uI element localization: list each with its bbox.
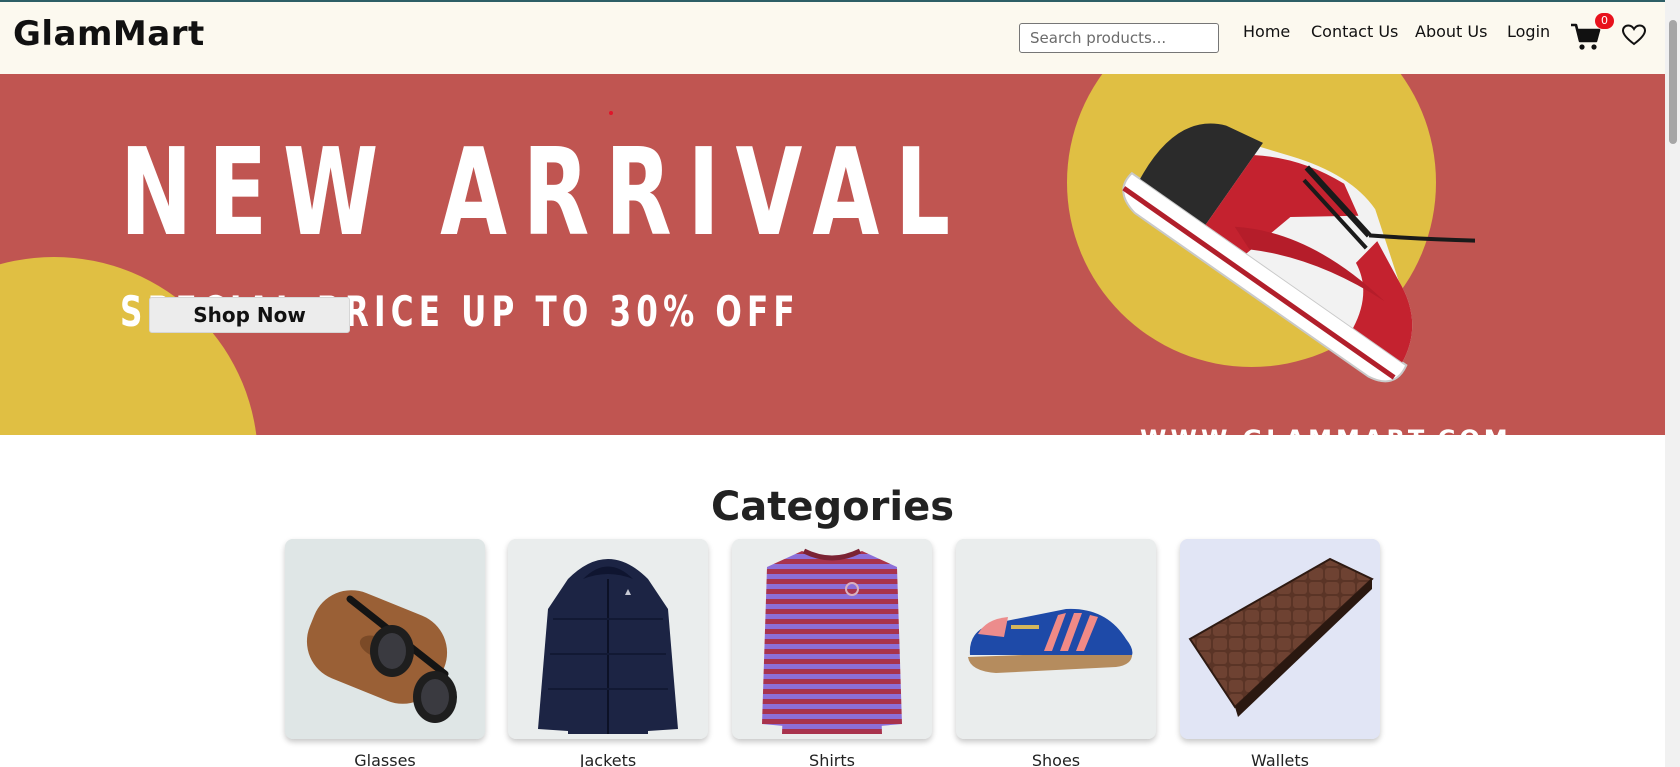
nav-login-link[interactable]: Login (1507, 22, 1550, 41)
category-card-shirts[interactable] (732, 539, 932, 739)
scrollbar-thumb[interactable] (1669, 20, 1677, 144)
page: GlamMart Home Contact Us About Us Login … (0, 0, 1680, 767)
hero-banner: NEW ARRIVAL SPECIAL PRICE UP TO 30% OFF … (0, 74, 1665, 435)
sneaker-image (1122, 123, 1475, 383)
banner-website: WWW.GLAMMART.COM (1140, 425, 1512, 435)
wallet-image (1180, 539, 1380, 739)
categories-title: Categories (710, 484, 955, 530)
heart-icon[interactable] (1621, 23, 1647, 47)
category-label: Wallets (1251, 751, 1309, 767)
decorative-dot (609, 111, 613, 115)
nav-contact-link[interactable]: Contact Us (1311, 22, 1398, 41)
category-card-jackets[interactable] (508, 539, 708, 739)
category-label: Shoes (1031, 751, 1081, 767)
category-label: Glasses (354, 751, 416, 767)
jacket-image (508, 539, 708, 739)
category-card-glasses[interactable] (285, 539, 485, 739)
decorative-circle-left (0, 257, 258, 435)
nav-about-link[interactable]: About Us (1415, 22, 1487, 41)
category-card-wallets[interactable] (1180, 539, 1380, 739)
category-label: Shirts (809, 751, 855, 767)
category-card-shoes[interactable] (956, 539, 1156, 739)
shoe-image (956, 539, 1156, 739)
shirt-image (732, 539, 932, 739)
glasses-image (285, 539, 485, 739)
page-scrollbar[interactable] (1665, 0, 1680, 767)
nav-home-link[interactable]: Home (1243, 22, 1290, 41)
banner-headline: NEW ARRIVAL (120, 124, 966, 263)
category-label: Jackets (579, 751, 637, 767)
top-navbar: GlamMart Home Contact Us About Us Login … (0, 0, 1665, 74)
cart-count-badge: 0 (1595, 13, 1614, 29)
search-input[interactable] (1019, 23, 1219, 53)
site-logo[interactable]: GlamMart (13, 14, 205, 54)
shop-now-button[interactable]: Shop Now (149, 297, 350, 333)
